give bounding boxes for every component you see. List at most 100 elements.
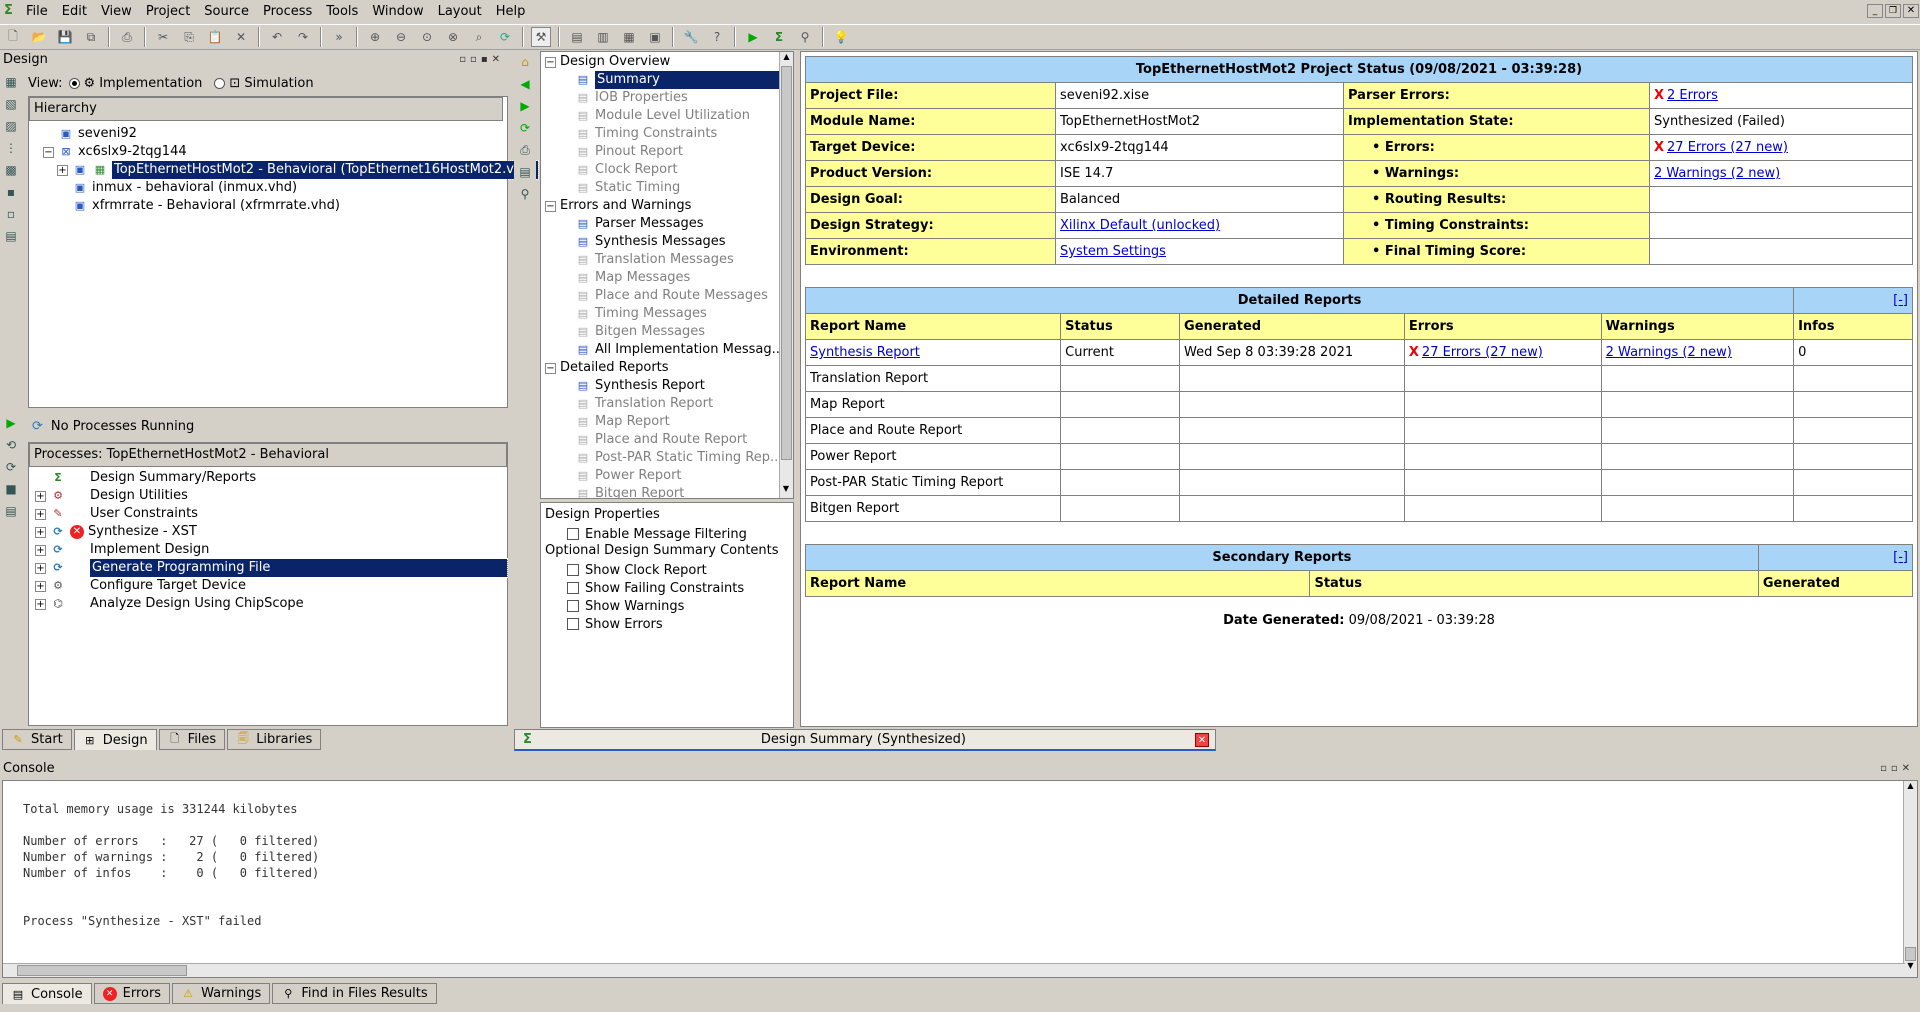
console-scroll-down-icon[interactable]: ▼ (1904, 961, 1917, 975)
wand-icon[interactable]: ⚒ (531, 27, 551, 47)
tile-v-icon[interactable]: ▦ (619, 27, 639, 47)
option-checkbox[interactable] (567, 582, 579, 594)
console-scroll-thumb[interactable] (1905, 947, 1916, 961)
collapse-icon[interactable]: − (545, 362, 556, 374)
nav-item[interactable]: ▤ Static Timing (545, 179, 793, 197)
expand-icon[interactable]: + (35, 526, 46, 538)
summary-option[interactable]: Show Failing Constraints (545, 579, 789, 597)
status-link[interactable]: Xilinx Default (unlocked) (1060, 218, 1220, 233)
tile-h-icon[interactable]: ▥ (593, 27, 613, 47)
tab-start[interactable]: ✎ Start (2, 729, 72, 750)
save-all-icon[interactable]: ⧉ (81, 27, 101, 47)
new-source-icon[interactable]: ▨ (0, 115, 22, 137)
collapse-icon[interactable]: − (43, 146, 54, 158)
restore-icon[interactable]: ❐ (1885, 4, 1901, 18)
report-errors-link[interactable]: 27 Errors (27 new) (1422, 345, 1543, 360)
scroll-up-icon[interactable]: ▲ (780, 52, 793, 66)
lightbulb-icon[interactable]: 💡 (831, 27, 851, 47)
new-file-icon[interactable]: 🗋 (3, 27, 23, 47)
menu-help[interactable]: Help (496, 4, 526, 19)
detailed-reports-toggle[interactable]: [-] (1893, 293, 1908, 308)
tab-design[interactable]: ⊞ Design (73, 729, 157, 750)
nav-item[interactable]: ▤ Pinout Report (545, 143, 793, 161)
collapse-icon[interactable]: − (545, 200, 556, 212)
nav-item[interactable]: ▤ All Implementation Messag... (545, 341, 793, 359)
properties-icon[interactable]: ▪ (0, 181, 22, 203)
console-scroll-up-icon[interactable]: ▲ (1904, 781, 1917, 795)
nav-item[interactable]: ▤ Post-PAR Static Timing Rep... (545, 449, 793, 467)
tab-libraries[interactable]: 🗐 Libraries (227, 729, 322, 750)
enable-filter-option[interactable]: Enable Message Filtering (545, 525, 789, 543)
tab-files[interactable]: 🗋 Files (158, 729, 226, 750)
delete-icon[interactable]: ✕ (231, 27, 251, 47)
probe-icon[interactable]: ⚲ (795, 27, 815, 47)
run-process-icon[interactable]: ▶ (0, 412, 22, 434)
zoom-fit-icon[interactable]: ⊙ (417, 27, 437, 47)
nav-item[interactable]: ▤ Module Level Utilization (545, 107, 793, 125)
scroll-thumb[interactable] (781, 66, 792, 460)
more-icon[interactable]: » (329, 27, 349, 47)
console-output[interactable]: Total memory usage is 331244 kilobytes Nu… (2, 780, 1918, 978)
menu-process[interactable]: Process (263, 4, 312, 19)
zoom-in-icon[interactable]: ⊕ (365, 27, 385, 47)
open-process-icon[interactable]: ▤ (0, 500, 22, 522)
nav-item[interactable]: ▤ Synthesis Messages (545, 233, 793, 251)
process-item[interactable]: + ⚙ Design Utilities (35, 487, 507, 505)
menu-project[interactable]: Project (146, 4, 190, 19)
report-warnings-link[interactable]: 2 Warnings (2 new) (1606, 345, 1732, 360)
nav-item[interactable]: ▤ Bitgen Report (545, 485, 793, 498)
nav-group[interactable]: − Design Overview (545, 53, 793, 71)
console-scrollbar-v[interactable]: ▲ ▼ (1903, 781, 1917, 977)
nav-group[interactable]: − Detailed Reports (545, 359, 793, 377)
console-scrollbar-h[interactable] (3, 963, 1905, 977)
menu-source[interactable]: Source (204, 4, 249, 19)
option-checkbox[interactable] (567, 564, 579, 576)
secondary-reports-toggle[interactable]: [-] (1893, 550, 1908, 565)
menu-edit[interactable]: Edit (62, 4, 87, 19)
rerun-icon[interactable]: ⟲ (0, 434, 22, 456)
menu-view[interactable]: View (101, 4, 132, 19)
open-icon[interactable]: ▫ (0, 203, 22, 225)
nav-item[interactable]: ▤ IOB Properties (545, 89, 793, 107)
forward-icon[interactable]: ▶ (514, 95, 536, 117)
help-cursor-icon[interactable]: ? (707, 27, 727, 47)
nav-item[interactable]: ▤ Clock Report (545, 161, 793, 179)
nav-item[interactable]: ▤ Timing Messages (545, 305, 793, 323)
menu-window[interactable]: Window (372, 4, 423, 19)
status-link[interactable]: 2 Warnings (2 new) (1654, 166, 1780, 181)
save-icon[interactable]: 💾 (55, 27, 75, 47)
summary-option[interactable]: Show Warnings (545, 597, 789, 615)
option-checkbox[interactable] (567, 618, 579, 630)
reload-icon[interactable]: ⟳ (514, 117, 536, 139)
nav-item[interactable]: ▤ Bitgen Messages (545, 323, 793, 341)
process-item[interactable]: + ✎ User Constraints (35, 505, 507, 523)
scroll-down-icon[interactable]: ▼ (780, 484, 792, 498)
tab-console[interactable]: ▤ Console (2, 983, 92, 1004)
nav-item[interactable]: ▤ Synthesis Report (545, 377, 793, 395)
cut-icon[interactable]: ✂ (153, 27, 173, 47)
undo-icon[interactable]: ↶ (267, 27, 287, 47)
print-summary-icon[interactable]: ⎙ (514, 139, 536, 161)
nav-item[interactable]: ▤ Place and Route Messages (545, 287, 793, 305)
status-link[interactable]: 2 Errors (1667, 88, 1718, 103)
zoom-out-icon[interactable]: ⊖ (391, 27, 411, 47)
expand-icon[interactable]: + (35, 598, 46, 610)
nav-scrollbar[interactable]: ▲ ▼ (779, 52, 793, 498)
enable-filter-checkbox[interactable] (567, 528, 579, 540)
option-checkbox[interactable] (567, 600, 579, 612)
layout-icon[interactable]: ▤ (0, 225, 22, 247)
hierarchy-item[interactable]: + ▣ ▦ TopEthernetHostMot2 - Behavioral (Top… (35, 160, 539, 180)
process-item[interactable]: + ⚙ Configure Target Device (35, 577, 507, 595)
window-icon[interactable]: ▣ (645, 27, 665, 47)
redo-icon[interactable]: ↷ (293, 27, 313, 47)
hierarchy-item[interactable]: ▣ xfrmrrate - Behavioral (xfrmrrate.vhd) (35, 197, 507, 215)
nav-item[interactable]: ▤ Translation Messages (545, 251, 793, 269)
process-item[interactable]: + ⟳ Generate Programming File (35, 558, 508, 578)
rerun-all-icon[interactable]: ⟳ (0, 456, 22, 478)
expand-icon[interactable]: + (35, 562, 46, 574)
console-controls-icon[interactable]: ▫▫✕ (1880, 760, 1914, 778)
cascade-icon[interactable]: ▤ (567, 27, 587, 47)
open-folder-icon[interactable]: 📂 (29, 27, 49, 47)
close-icon[interactable]: ✕ (1903, 4, 1919, 18)
expand-icon[interactable]: + (35, 544, 46, 556)
